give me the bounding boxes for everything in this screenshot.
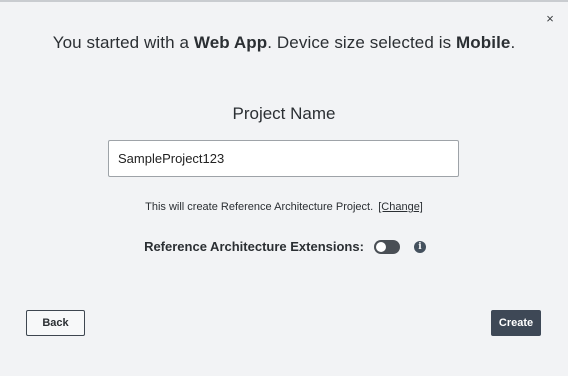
info-text: This will create Reference Architecture … (145, 201, 374, 213)
heading-prefix: You started with a (52, 33, 194, 52)
extensions-label: Reference Architecture Extensions: (144, 239, 364, 254)
create-project-dialog: × You started with a Web App. Device siz… (0, 0, 568, 376)
create-button[interactable]: Create (491, 310, 541, 336)
project-name-input[interactable] (108, 140, 459, 177)
extensions-row: Reference Architecture Extensions: i (0, 239, 568, 254)
info-icon-glyph: i (418, 241, 422, 252)
reference-architecture-info: This will create Reference Architecture … (0, 201, 568, 213)
close-button[interactable]: × (542, 10, 558, 26)
toggle-knob (375, 241, 386, 252)
change-link[interactable]: [Change] (378, 201, 423, 213)
project-name-label: Project Name (232, 104, 336, 123)
close-icon: × (546, 10, 554, 26)
dialog-heading: You started with a Web App. Device size … (0, 33, 568, 53)
heading-middle: . Device size selected is (267, 33, 457, 52)
top-divider (0, 0, 568, 2)
back-button[interactable]: Back (26, 310, 85, 336)
info-icon[interactable]: i (413, 240, 426, 253)
extensions-toggle[interactable] (373, 239, 400, 254)
heading-suffix: . (510, 33, 516, 52)
device-size: Mobile (456, 33, 511, 52)
app-type: Web App (193, 33, 268, 52)
